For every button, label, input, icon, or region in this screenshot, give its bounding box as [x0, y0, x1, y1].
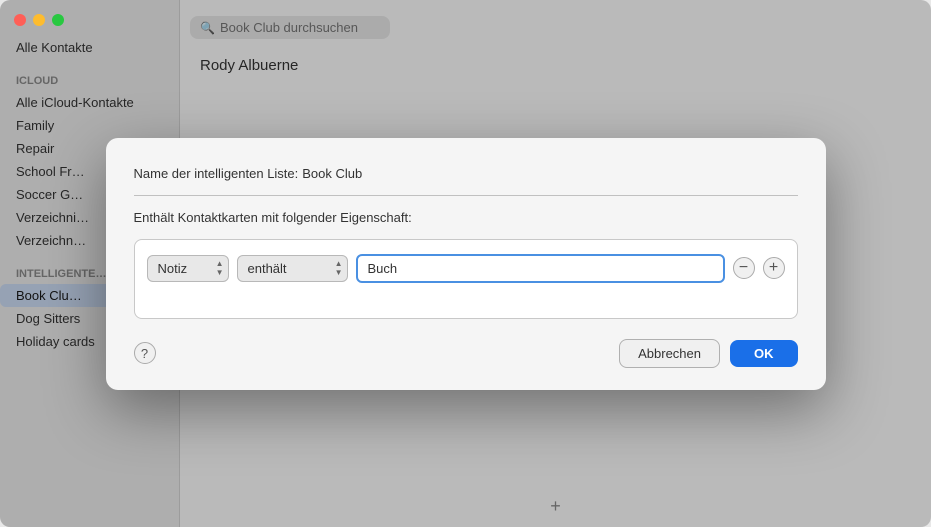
operator-select[interactable]: enthält enthält nicht ist ist nicht	[237, 255, 348, 282]
field-select[interactable]: Notiz Name E-Mail Telefon	[147, 255, 229, 282]
smart-list-modal: Name der intelligenten Liste: Book Club …	[106, 138, 826, 390]
modal-overlay: Name der intelligenten Liste: Book Club …	[0, 0, 931, 527]
rule-row: Notiz Name E-Mail Telefon ▲ ▼ enthält en…	[147, 254, 785, 283]
cancel-button[interactable]: Abbrechen	[619, 339, 720, 368]
add-rule-button[interactable]: +	[763, 257, 785, 279]
modal-title-row: Name der intelligenten Liste: Book Club	[134, 166, 798, 196]
traffic-lights	[14, 14, 64, 26]
rule-value-input[interactable]	[356, 254, 725, 283]
operator-select-wrapper[interactable]: enthält enthält nicht ist ist nicht ▲ ▼	[237, 255, 348, 282]
ok-button[interactable]: OK	[730, 340, 798, 367]
help-button[interactable]: ?	[134, 342, 156, 364]
rule-container: Notiz Name E-Mail Telefon ▲ ▼ enthält en…	[134, 239, 798, 319]
modal-title-value: Book Club	[302, 166, 797, 181]
close-button[interactable]	[14, 14, 26, 26]
maximize-button[interactable]	[52, 14, 64, 26]
remove-rule-button[interactable]: −	[733, 257, 755, 279]
minimize-button[interactable]	[33, 14, 45, 26]
modal-title-label: Name der intelligenten Liste:	[134, 166, 299, 181]
modal-footer: ? Abbrechen OK	[134, 339, 798, 368]
field-select-wrapper[interactable]: Notiz Name E-Mail Telefon ▲ ▼	[147, 255, 229, 282]
footer-buttons: Abbrechen OK	[619, 339, 797, 368]
modal-sublabel: Enthält Kontaktkarten mit folgender Eige…	[134, 210, 798, 225]
